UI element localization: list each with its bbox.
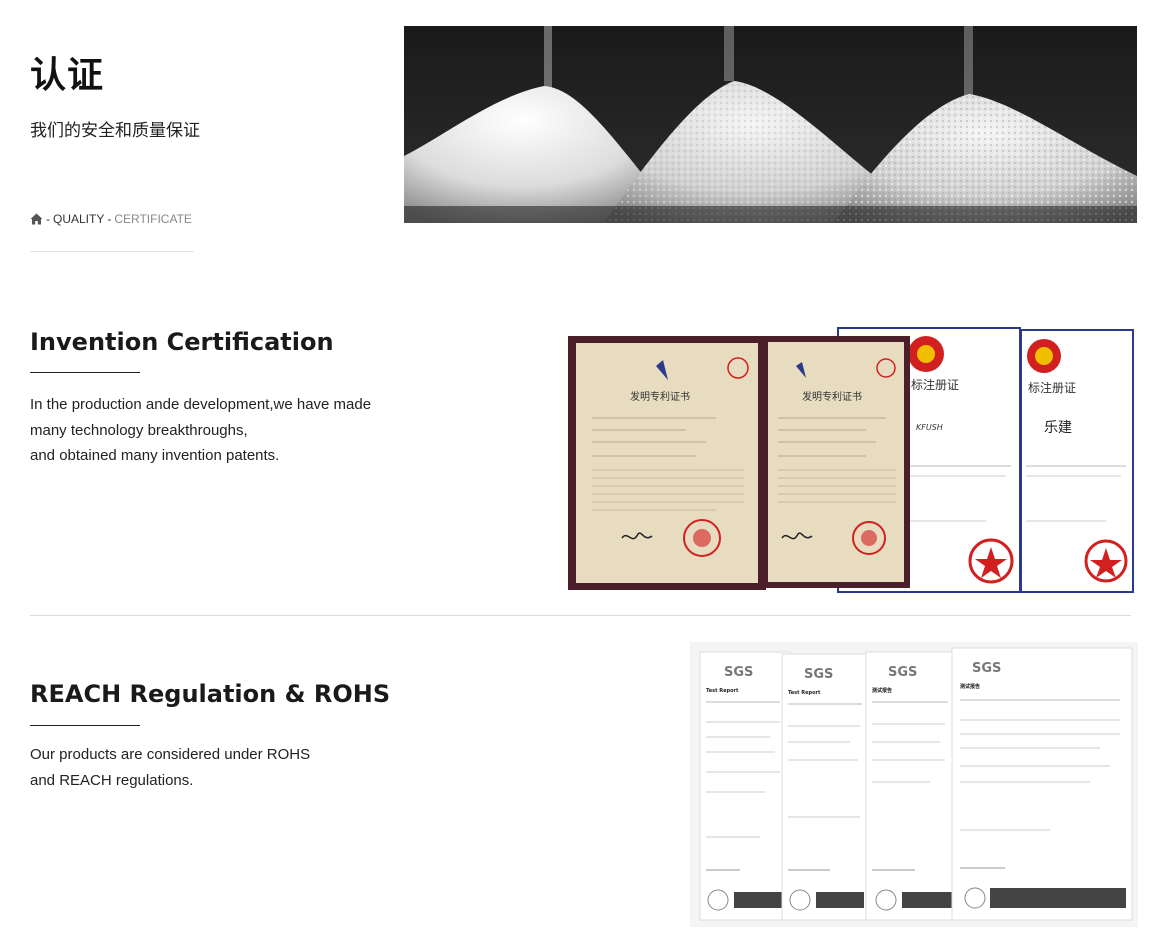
home-icon[interactable] [30,213,43,225]
sgs-report: SGS Test Report [781,653,869,921]
breadcrumb-separator: - [107,212,112,226]
trademark-title: 标注册证 [1028,380,1076,395]
breadcrumb-separator: - [46,212,50,226]
breadcrumb-underline [30,251,194,252]
section-description-reach: Our products are considered under ROHS a… [30,742,310,793]
patent-title: 发明专利证书 [630,390,690,403]
sgs-logo: SGS [972,661,1001,676]
invention-certificates-image: 标注册证 乐建 标注册证 KFUSH 发明专利证书 发明专利证书 [566,326,1136,596]
report-title: Test Report [706,688,739,694]
patent-title: 发明专利证书 [802,390,862,403]
sgs-logo: SGS [804,667,833,682]
page-title: 认证 [30,55,105,96]
breadcrumb: - QUALITY - CERTIFICATE [30,212,192,226]
sgs-report: SGS 测试报告 [951,647,1133,921]
sgs-logo: SGS [724,665,753,680]
breadcrumb-certificate: CERTIFICATE [114,212,192,226]
patent-certificate: 发明专利证书 [568,336,766,590]
patent-certificate: 发明专利证书 [762,336,910,588]
section-title-underline [30,725,140,726]
section-title-underline [30,372,140,373]
section-title-reach: REACH Regulation & ROHS [30,680,391,708]
report-title: 测试报告 [872,687,892,694]
sgs-test-reports-image: SGS Test Report SGS Test Report SGS 测试报告… [690,642,1138,927]
breadcrumb-quality[interactable]: QUALITY [53,212,104,226]
page-subtitle: 我们的安全和质量保证 [30,121,200,141]
section-description-invention: In the production ande development,we ha… [30,392,371,469]
description-line: and REACH regulations. [30,771,194,789]
description-line: and obtained many invention patents. [30,447,280,464]
trademark-name: 乐建 [1044,420,1072,436]
sgs-logo: SGS [888,665,917,680]
sgs-report: SGS Test Report [699,651,791,921]
hero-banner-image [404,26,1137,223]
report-title: 测试报告 [960,683,980,690]
trademark-title: 标注册证 [911,377,959,392]
report-title: Test Report [788,690,821,696]
section-title-invention: Invention Certification [30,328,334,356]
trademark-certificate: 标注册证 乐建 [1020,329,1134,593]
description-line: In the production ande development,we ha… [30,396,372,413]
trademark-name: KFUSH [916,423,943,432]
section-divider [30,615,1131,616]
sgs-report: SGS 测试报告 [865,651,957,921]
description-line: many technology breakthroughs, [30,421,248,439]
description-line: Our products are considered under ROHS [30,746,311,763]
